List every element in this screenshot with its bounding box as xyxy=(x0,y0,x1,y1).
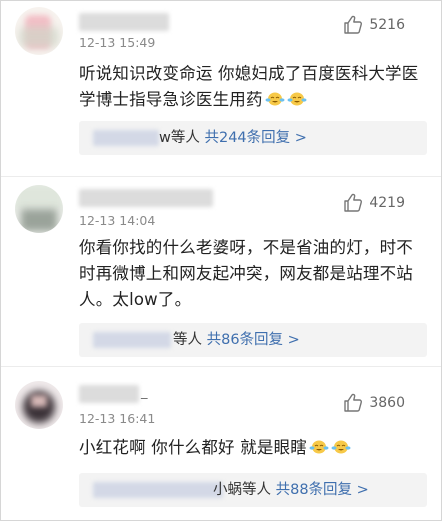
comment-time: 12-13 16:41 xyxy=(79,411,156,426)
comment-text-body: 听说知识改变命运 你媳妇成了百度医科大学医学博士指导急诊医生用药 xyxy=(79,64,419,109)
reply-users: w等人 xyxy=(159,130,200,146)
like-count: 5216 xyxy=(369,16,405,33)
laughing-crying-emoji-icon xyxy=(287,90,307,108)
username-redacted[interactable] xyxy=(79,385,139,403)
username-redacted[interactable] xyxy=(79,189,213,207)
avatar[interactable] xyxy=(15,381,63,429)
comment-time: 12-13 15:49 xyxy=(79,35,156,50)
reply-summary[interactable]: 小蜗等人 共88条回复 > xyxy=(79,473,427,507)
reply-count-link[interactable]: 共244条回复 > xyxy=(204,130,306,146)
laughing-crying-emoji-icon xyxy=(331,438,351,456)
reply-users-redacted xyxy=(93,482,223,498)
reply-summary[interactable]: w等人 共244条回复 > xyxy=(79,121,427,155)
like-button[interactable]: 4219 xyxy=(343,193,405,212)
comment-item: 12-13 15:49 5216 听说知识改变命运 你媳妇成了百度医科大学医学博… xyxy=(1,1,441,177)
reply-users-redacted xyxy=(93,130,159,146)
comment-item: 12-13 14:04 4219 你看你找的什么老婆呀，不是省油的灯，时不时再微… xyxy=(1,177,441,367)
reply-summary[interactable]: 等人 共86条回复 > xyxy=(79,323,427,357)
comment-text-body: 小红花啊 你什么都好 就是眼瞎 xyxy=(79,438,307,457)
thumbs-up-icon xyxy=(343,393,363,412)
username-fragment[interactable]: _ xyxy=(141,385,148,400)
comment-time: 12-13 14:04 xyxy=(79,213,156,228)
reply-count-link[interactable]: 共86条回复 > xyxy=(207,332,300,348)
like-button[interactable]: 3860 xyxy=(343,393,405,412)
laughing-crying-emoji-icon xyxy=(309,438,329,456)
laughing-crying-emoji-icon xyxy=(265,90,285,108)
reply-users: 等人 xyxy=(173,332,202,348)
comment-list: 12-13 15:49 5216 听说知识改变命运 你媳妇成了百度医科大学医学博… xyxy=(0,0,442,521)
comment-text: 听说知识改变命运 你媳妇成了百度医科大学医学博士指导急诊医生用药 xyxy=(79,61,429,113)
avatar[interactable] xyxy=(15,7,63,55)
comment-item: _ 12-13 16:41 3860 小红花啊 你什么都好 就是眼瞎 小蜗等人 … xyxy=(1,367,441,520)
reply-users-redacted xyxy=(93,332,171,348)
thumbs-up-icon xyxy=(343,193,363,212)
like-count: 4219 xyxy=(369,194,405,211)
like-button[interactable]: 5216 xyxy=(343,15,405,34)
comment-text: 小红花啊 你什么都好 就是眼瞎 xyxy=(79,435,429,461)
like-count: 3860 xyxy=(369,394,405,411)
thumbs-up-icon xyxy=(343,15,363,34)
username-redacted[interactable] xyxy=(79,13,169,31)
reply-count-link[interactable]: 共88条回复 > xyxy=(276,482,369,498)
avatar[interactable] xyxy=(15,185,63,233)
comment-text: 你看你找的什么老婆呀，不是省油的灯，时不时再微博上和网友起冲突，网友都是站理不站… xyxy=(79,238,413,309)
reply-users: 小蜗等人 xyxy=(213,482,271,498)
